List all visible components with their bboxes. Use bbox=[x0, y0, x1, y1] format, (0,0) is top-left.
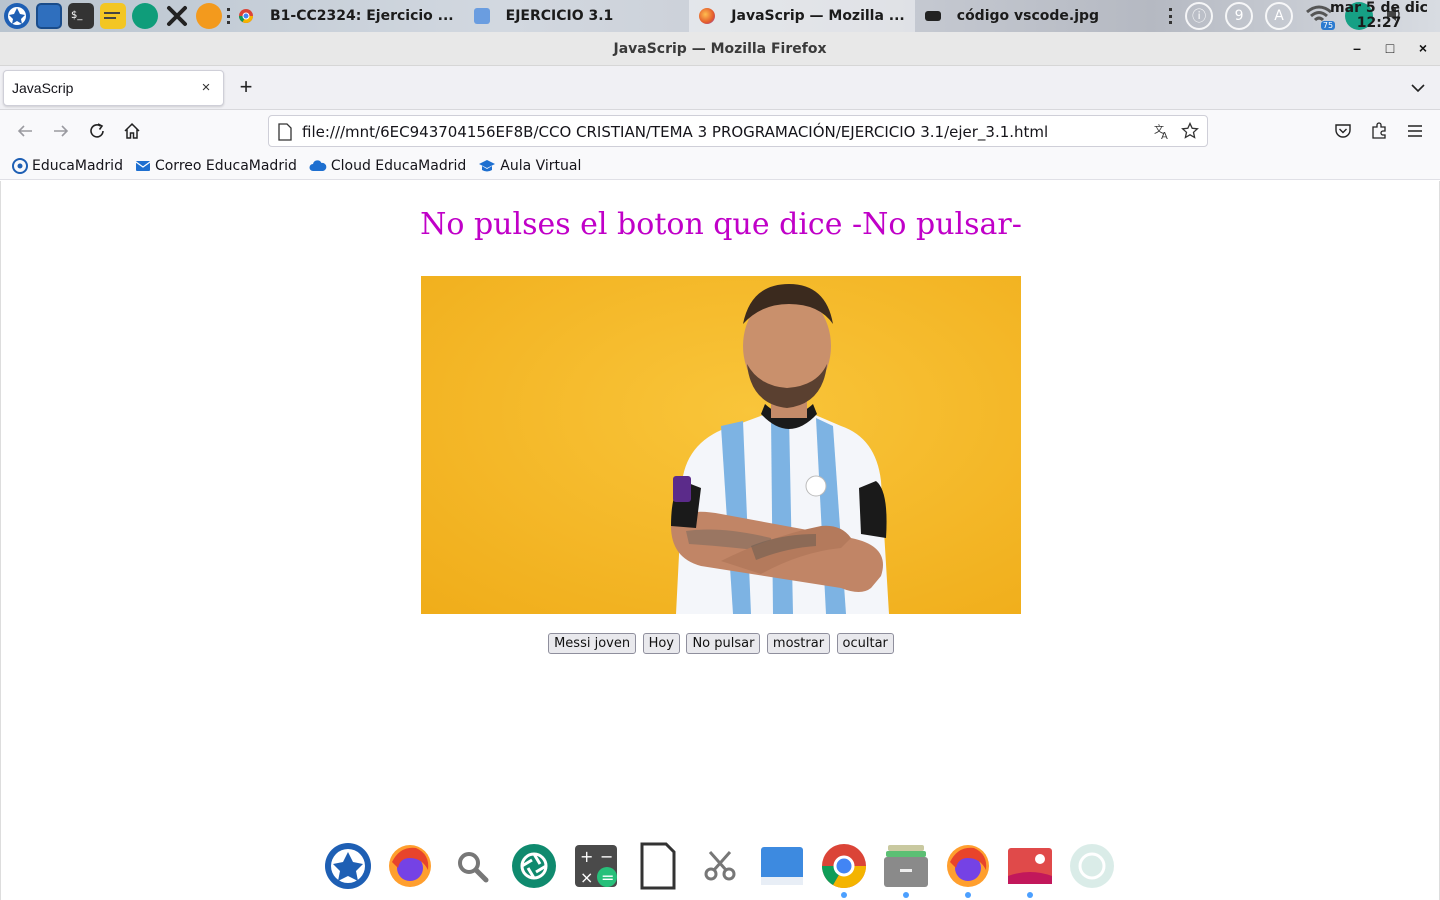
chrome-small-icon[interactable] bbox=[236, 1, 256, 31]
window-titlebar[interactable]: JavaScrip — Mozilla Firefox – □ × bbox=[0, 32, 1440, 66]
mail-icon bbox=[135, 160, 151, 171]
firefox-icon[interactable] bbox=[942, 840, 994, 898]
x-tool-icon[interactable] bbox=[162, 1, 192, 31]
close-window-button[interactable]: × bbox=[1412, 37, 1434, 59]
taskbar-item-firefox[interactable]: JavaScrip — Mozilla ... bbox=[689, 0, 915, 32]
svg-text:×: × bbox=[580, 868, 593, 887]
folder-icon bbox=[473, 8, 490, 24]
no-pulsar-button[interactable]: No pulsar bbox=[686, 633, 761, 654]
page-heading: No pulses el boton que dice -No pulsar- bbox=[420, 207, 1022, 242]
window-icon[interactable] bbox=[756, 840, 808, 892]
running-indicator bbox=[841, 892, 847, 898]
wifi-icon[interactable]: 75 bbox=[1305, 4, 1336, 30]
svg-text:A: A bbox=[1161, 131, 1168, 140]
bookmark-cloud-educamadrid[interactable]: Cloud EducaMadrid bbox=[309, 158, 466, 174]
bookmark-aula-virtual[interactable]: Aula Virtual bbox=[478, 158, 581, 174]
minimize-button[interactable]: – bbox=[1346, 37, 1368, 59]
separator-dots bbox=[227, 8, 231, 24]
lock-icon[interactable] bbox=[194, 1, 224, 31]
home-icon[interactable] bbox=[120, 119, 144, 143]
hoy-button[interactable]: Hoy bbox=[642, 633, 680, 654]
tab-javascrip[interactable]: JavaScrip × bbox=[3, 70, 224, 106]
account-tray-icon[interactable]: A bbox=[1265, 2, 1294, 30]
back-arrow-icon[interactable] bbox=[13, 119, 37, 143]
scissors-icon[interactable] bbox=[694, 840, 746, 892]
updates-tray-icon[interactable]: 9 bbox=[1225, 2, 1254, 30]
image-viewer-icon[interactable] bbox=[1004, 840, 1056, 898]
bookmark-correo-educamadrid[interactable]: Correo EducaMadrid bbox=[135, 158, 297, 174]
translate-icon[interactable]: 文A bbox=[1153, 122, 1171, 145]
tab-strip: JavaScrip × + bbox=[0, 66, 1440, 110]
maximize-button[interactable]: □ bbox=[1379, 37, 1401, 59]
shutter-icon[interactable] bbox=[1066, 840, 1118, 892]
terminal-icon[interactable]: $_ bbox=[66, 1, 96, 31]
page-content: No pulses el boton que dice -No pulsar- bbox=[0, 181, 1440, 900]
forward-arrow-icon[interactable] bbox=[49, 119, 73, 143]
shutter-icon[interactable] bbox=[130, 1, 160, 31]
chrome-icon[interactable] bbox=[818, 840, 870, 898]
button-row: Messi joven Hoy No pulsar mostrar oculta… bbox=[1, 633, 1440, 654]
navigation-toolbar: file:///mnt/6EC943704156EF8B/CCO CRISTIA… bbox=[0, 110, 1440, 152]
shutter-icon[interactable] bbox=[508, 840, 560, 892]
player-photo bbox=[421, 276, 1021, 614]
firefox-icon[interactable] bbox=[384, 840, 436, 892]
archive-icon[interactable] bbox=[880, 840, 932, 898]
tab-title: JavaScrip bbox=[12, 80, 74, 96]
new-tab-button[interactable]: + bbox=[234, 76, 258, 100]
mostrar-button[interactable]: mostrar bbox=[766, 633, 831, 654]
svg-text:=: = bbox=[601, 868, 614, 887]
taskbar-item-folder[interactable]: EJERCICIO 3.1 bbox=[464, 0, 624, 32]
bookmark-educamadrid[interactable]: EducaMadrid bbox=[12, 157, 123, 174]
firefox-icon bbox=[699, 8, 716, 24]
desktop-icon[interactable] bbox=[34, 1, 64, 31]
educamadrid-launcher-icon[interactable] bbox=[2, 1, 32, 31]
calculator-icon[interactable]: + − × = bbox=[570, 840, 622, 892]
educamadrid-icon[interactable] bbox=[322, 840, 374, 892]
clock[interactable]: mar 5 de dic 12:27 bbox=[1330, 1, 1428, 31]
pocket-icon[interactable] bbox=[1331, 119, 1355, 143]
search-icon[interactable] bbox=[446, 840, 498, 892]
bookmarks-toolbar: EducaMadrid Correo EducaMadrid Cloud Edu… bbox=[0, 152, 1440, 180]
system-top-panel: $_ B1-CC2324: Ejercicio ... EJERCICIO 3.… bbox=[0, 0, 1440, 32]
graduation-cap-icon bbox=[479, 159, 496, 171]
info-tray-icon[interactable]: ⓘ bbox=[1185, 2, 1214, 30]
taskbar-item-moodle[interactable]: B1-CC2324: Ejercicio ... bbox=[260, 0, 464, 32]
svg-text:+: + bbox=[580, 847, 593, 866]
document-icon[interactable] bbox=[632, 840, 684, 892]
file-page-icon bbox=[277, 123, 293, 146]
running-indicator bbox=[1027, 892, 1033, 898]
url-text: file:///mnt/6EC943704156EF8B/CCO CRISTIA… bbox=[302, 123, 1049, 141]
messi-joven-button[interactable]: Messi joven bbox=[548, 633, 637, 654]
hamburger-menu-icon[interactable] bbox=[1403, 119, 1427, 143]
reload-icon[interactable] bbox=[85, 119, 109, 143]
svg-text:−: − bbox=[600, 847, 613, 866]
window-title: JavaScrip — Mozilla Firefox bbox=[613, 41, 827, 57]
running-indicator bbox=[903, 892, 909, 898]
running-indicator bbox=[965, 892, 971, 898]
dock: + − × = bbox=[0, 830, 1440, 900]
separator-dots bbox=[1169, 8, 1173, 24]
cloud-icon bbox=[309, 159, 327, 171]
notes-icon[interactable] bbox=[98, 1, 128, 31]
tab-close-icon[interactable]: × bbox=[197, 79, 215, 97]
educamadrid-icon bbox=[12, 157, 28, 174]
url-bar[interactable]: file:///mnt/6EC943704156EF8B/CCO CRISTIA… bbox=[268, 115, 1208, 147]
extensions-puzzle-icon[interactable] bbox=[1367, 119, 1391, 143]
list-all-tabs-chevron-icon[interactable] bbox=[1408, 78, 1428, 98]
ocultar-button[interactable]: ocultar bbox=[836, 633, 894, 654]
taskbar-item-image[interactable]: código vscode.jpg bbox=[915, 0, 1109, 32]
image-file-icon bbox=[924, 11, 941, 21]
bookmark-star-icon[interactable] bbox=[1181, 121, 1199, 145]
